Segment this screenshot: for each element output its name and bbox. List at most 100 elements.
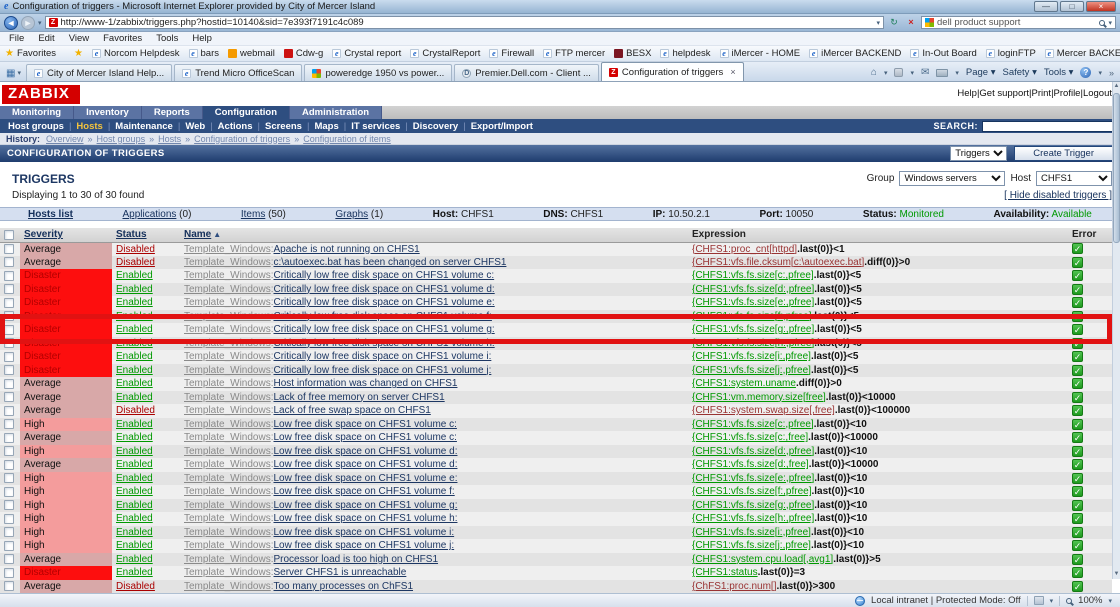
column-header-name[interactable]: Name ▲ <box>180 228 688 243</box>
row-checkbox[interactable] <box>4 432 14 443</box>
row-checkbox[interactable] <box>4 540 14 551</box>
favorite-firewall[interactable]: e Firewall <box>489 48 534 59</box>
status-link[interactable]: Enabled <box>116 297 153 308</box>
tools-menu-button[interactable]: Tools ▾ <box>1044 67 1074 78</box>
template-link[interactable]: Template_Windows <box>184 378 271 389</box>
template-link[interactable]: Template_Windows <box>184 257 271 268</box>
template-link[interactable]: Template_Windows <box>184 297 271 308</box>
menu-edit[interactable]: Edit <box>38 33 54 44</box>
subnav-item-maps[interactable]: Maps <box>312 121 340 132</box>
trigger-name-link[interactable]: Critically low free disk space on CHFS1 … <box>274 324 495 335</box>
trigger-name-link[interactable]: Low free disk space on CHFS1 volume i: <box>274 527 455 538</box>
group-select[interactable]: Windows servers <box>899 171 1006 186</box>
template-link[interactable]: Template_Windows <box>184 365 271 376</box>
favorite-ftp-mercer[interactable]: e FTP mercer <box>543 48 605 59</box>
scroll-up-icon[interactable]: ▲ <box>1113 82 1120 91</box>
command-bar-chevron-icon[interactable]: » <box>1109 68 1114 78</box>
trigger-name-link[interactable]: Critically low free disk space on CHFS1 … <box>274 284 495 295</box>
favorite-in-out-board[interactable]: e In-Out Board <box>910 48 977 59</box>
status-link[interactable]: Enabled <box>116 311 153 322</box>
row-checkbox[interactable] <box>4 554 14 565</box>
zone-dropdown-icon[interactable]: ▾ <box>1050 597 1054 605</box>
subnav-item-host-groups[interactable]: Host groups <box>6 121 66 132</box>
subnav-item-actions[interactable]: Actions <box>216 121 255 132</box>
tab-reports[interactable]: Reports <box>141 106 203 119</box>
history-crumb-overview[interactable]: Overview <box>46 134 84 144</box>
trigger-name-link[interactable]: Low free disk space on CHFS1 volume h: <box>274 513 458 524</box>
trigger-name-link[interactable]: Critically low free disk space on CHFS1 … <box>274 311 492 322</box>
trigger-name-link[interactable]: Apache is not running on CHFS1 <box>274 244 420 255</box>
feeds-icon[interactable] <box>894 68 904 77</box>
template-link[interactable]: Template_Windows <box>184 338 271 349</box>
template-link[interactable]: Template_Windows <box>184 540 271 551</box>
browser-tab-city-of-mercer-island-help[interactable]: e City of Mercer Island Help... <box>25 64 173 81</box>
zabbix-search-input[interactable] <box>982 120 1114 132</box>
back-button[interactable]: ◄ <box>4 15 18 30</box>
favorite-loginftp[interactable]: e loginFTP <box>985 48 1036 59</box>
row-checkbox[interactable] <box>4 513 14 524</box>
expression-item-link[interactable]: {CHFS1:vfs.fs.size[e:,pfree] <box>692 473 814 484</box>
trigger-name-link[interactable]: Processor load is too high on CHFS1 <box>274 554 439 565</box>
template-link[interactable]: Template_Windows <box>184 270 271 281</box>
status-link[interactable]: Enabled <box>116 419 153 430</box>
favorite-imercer-backend[interactable]: e iMercer BACKEND <box>809 48 901 59</box>
expression-item-link[interactable]: {CHFS1:status <box>692 567 758 578</box>
status-link[interactable]: Enabled <box>116 540 153 551</box>
trigger-name-link[interactable]: Low free disk space on CHFS1 volume c: <box>274 432 457 443</box>
favorite-crystal-report[interactable]: e Crystal report <box>332 48 401 59</box>
favorite-imercer-home[interactable]: e iMercer - HOME <box>719 48 800 59</box>
status-link[interactable]: Enabled <box>116 527 153 538</box>
maximize-button[interactable]: □ <box>1060 1 1084 12</box>
status-link[interactable]: Enabled <box>116 473 153 484</box>
url-input[interactable] <box>60 17 874 28</box>
expression-item-link[interactable]: {CHFS1:vfs.fs.size[c:,free] <box>692 432 808 443</box>
status-link[interactable]: Disabled <box>116 405 155 416</box>
row-checkbox[interactable] <box>4 365 14 376</box>
top-link-profile[interactable]: Profile <box>1054 88 1081 99</box>
status-link[interactable]: Enabled <box>116 554 153 565</box>
browser-tab-trend-micro-officescan[interactable]: e Trend Micro OfficeScan <box>174 64 303 81</box>
expression-item-link[interactable]: {CHFS1:system.swap.size[,free] <box>692 405 835 416</box>
page-menu-button[interactable]: Page ▾ <box>966 67 996 78</box>
status-link[interactable]: Enabled <box>116 513 153 524</box>
nav-history-dropdown-icon[interactable]: ▾ <box>38 19 42 27</box>
search-dropdown-icon[interactable]: ▾ <box>1108 19 1112 27</box>
trigger-name-link[interactable]: Low free disk space on CHFS1 volume g: <box>274 500 458 511</box>
trigger-name-link[interactable]: Too many processes on ChFS1 <box>274 581 414 592</box>
expression-item-link[interactable]: {CHFS1:vfs.fs.size[e:,pfree] <box>692 297 814 308</box>
template-link[interactable]: Template_Windows <box>184 513 271 524</box>
add-favorite-button[interactable]: ★ <box>74 48 83 59</box>
favorite-crystalreport[interactable]: e CrystalReport <box>410 48 480 59</box>
row-checkbox[interactable] <box>4 270 14 281</box>
forward-button[interactable]: ► <box>21 15 35 30</box>
trigger-name-link[interactable]: Host information was changed on CHFS1 <box>274 378 458 389</box>
template-link[interactable]: Template_Windows <box>184 419 271 430</box>
status-link[interactable]: Enabled <box>116 459 153 470</box>
favorite-besx[interactable]: BESX <box>614 48 651 59</box>
status-link[interactable]: Disabled <box>116 257 155 268</box>
trigger-name-link[interactable]: Critically low free disk space on CHFS1 … <box>274 338 495 349</box>
menu-help[interactable]: Help <box>192 33 212 44</box>
favorite-norcom-helpdesk[interactable]: e Norcom Helpdesk <box>92 48 180 59</box>
trigger-name-link[interactable]: Critically low free disk space on CHFS1 … <box>274 297 495 308</box>
feeds-dropdown-icon[interactable]: ▾ <box>910 69 914 77</box>
template-link[interactable]: Template_Windows <box>184 351 271 362</box>
status-link[interactable]: Enabled <box>116 324 153 335</box>
status-link[interactable]: Enabled <box>116 284 153 295</box>
status-link[interactable]: Enabled <box>116 270 153 281</box>
applications-link[interactable]: Applications <box>122 209 176 220</box>
quick-tabs-button[interactable]: ▦ ▾ <box>3 65 24 81</box>
home-icon[interactable]: ⌂ <box>871 67 877 78</box>
history-crumb-configuration-of-triggers[interactable]: Configuration of triggers <box>194 134 290 144</box>
url-dropdown-icon[interactable]: ▾ <box>876 19 880 27</box>
row-checkbox[interactable] <box>4 405 14 416</box>
template-link[interactable]: Template_Windows <box>184 324 271 335</box>
row-checkbox[interactable] <box>4 446 14 457</box>
favorite-mercer-backend[interactable]: eMercer BACKEND <box>1044 48 1120 59</box>
help-dropdown-icon[interactable]: ▾ <box>1098 69 1102 77</box>
expression-item-link[interactable]: {CHFS1:vfs.fs.size[j:,pfree] <box>692 365 811 376</box>
template-link[interactable]: Template_Windows <box>184 581 271 592</box>
template-link[interactable]: Template_Windows <box>184 567 271 578</box>
template-link[interactable]: Template_Windows <box>184 284 271 295</box>
row-checkbox[interactable] <box>4 378 14 389</box>
